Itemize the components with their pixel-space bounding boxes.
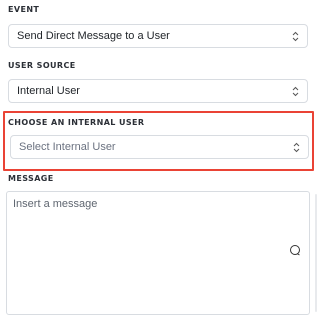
internal-user-select[interactable]: Select Internal User (10, 135, 309, 159)
event-select-value: Send Direct Message to a User (17, 30, 170, 42)
emoji-icon[interactable] (289, 244, 301, 256)
internal-user-select-placeholder: Select Internal User (19, 141, 116, 153)
message-placeholder: Insert a message (13, 198, 98, 210)
internal-user-label: CHOOSE AN INTERNAL USER (8, 118, 145, 127)
event-label: EVENT (8, 5, 40, 14)
message-textarea[interactable]: Insert a message (6, 191, 310, 315)
message-scrollbar[interactable] (315, 194, 317, 312)
user-source-select[interactable]: Internal User (8, 79, 308, 103)
chevron-updown-icon (292, 31, 299, 42)
user-source-label: USER SOURCE (8, 61, 76, 70)
event-select[interactable]: Send Direct Message to a User (8, 24, 308, 48)
message-label: MESSAGE (8, 174, 54, 183)
chevron-updown-icon (293, 142, 300, 153)
user-source-select-value: Internal User (17, 85, 80, 97)
chevron-updown-icon (292, 86, 299, 97)
